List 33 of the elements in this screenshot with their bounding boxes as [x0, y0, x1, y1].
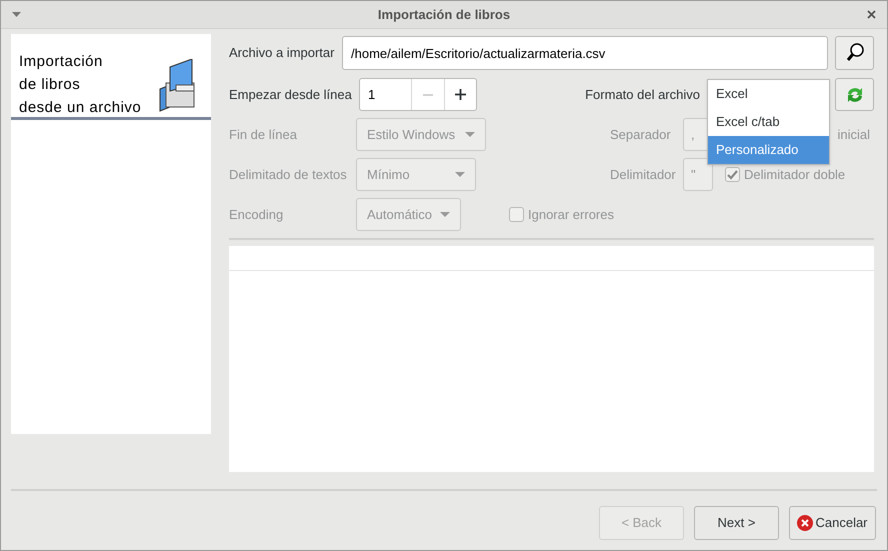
file-path-field[interactable]: /home/ailem/Escritorio/actualizarmateria.csv	[342, 36, 828, 70]
plus-icon	[455, 89, 466, 100]
books-icon	[157, 59, 197, 113]
wizard-button[interactable]: Next >	[694, 506, 779, 540]
field-label: Encoding	[229, 206, 284, 224]
checkbox-label: Delimitador doble	[744, 166, 846, 184]
menu-item[interactable]: Excel	[708, 80, 829, 108]
checkbox-label: Ignorar errores	[528, 206, 614, 224]
caret-icon	[440, 212, 450, 217]
spin-value-field[interactable]: 1	[360, 79, 411, 110]
cancel-icon	[797, 515, 814, 531]
minus-icon	[423, 94, 433, 96]
caret-icon	[465, 132, 475, 137]
field-label: Archivo a importar	[229, 44, 336, 62]
field-label: Delimitado de textos	[229, 166, 348, 184]
cancel-button[interactable]: Cancelar	[789, 506, 876, 540]
menu-icon[interactable]	[12, 12, 21, 18]
refresh-button[interactable]	[835, 78, 874, 111]
banner-text: Importación	[19, 52, 104, 72]
browse-button[interactable]	[835, 36, 874, 70]
field-label: Delimitador	[610, 166, 677, 184]
field-label: Empezar desde línea	[229, 86, 353, 104]
search-icon	[846, 43, 864, 63]
field-label: Fin de línea	[229, 126, 298, 144]
banner-text: de libros	[19, 75, 82, 95]
caret-icon	[455, 172, 465, 177]
banner-text: desde un archivo	[19, 98, 142, 118]
spin-field[interactable]: 1	[359, 78, 477, 111]
checkbox-label: inicial	[837, 126, 870, 144]
field-label: Formato del archivo	[584, 86, 701, 104]
window-title: Importación de libros	[378, 6, 510, 24]
field-label: Separador	[610, 126, 672, 144]
close-icon[interactable]	[867, 10, 876, 19]
